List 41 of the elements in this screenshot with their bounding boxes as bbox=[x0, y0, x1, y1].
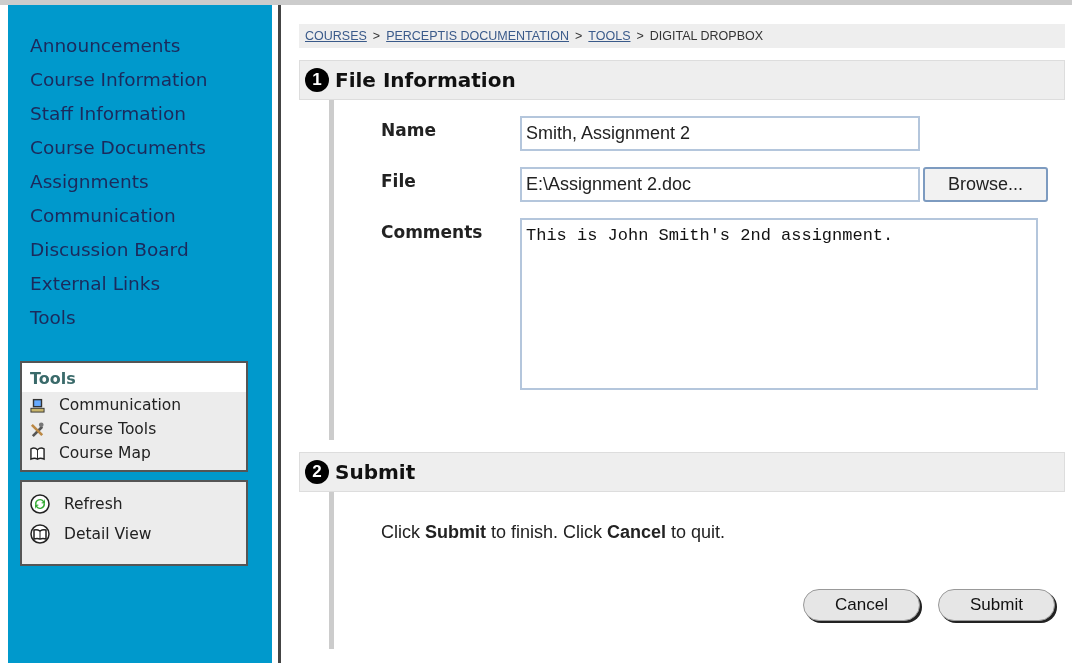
sidebar-link[interactable]: Communication bbox=[30, 199, 272, 233]
breadcrumb-separator: > bbox=[636, 29, 644, 43]
sidebar-link[interactable]: Course Information bbox=[30, 63, 272, 97]
book-icon bbox=[30, 445, 45, 461]
panel-title: Tools bbox=[22, 363, 246, 392]
file-field[interactable]: E:\Assignment 2.doc bbox=[520, 167, 920, 202]
refresh-icon bbox=[30, 494, 50, 514]
breadcrumb-link[interactable]: TOOLS bbox=[588, 29, 631, 43]
computer-icon bbox=[30, 397, 45, 413]
step-number: 2 bbox=[305, 460, 329, 484]
instruction-text: Click Submit to finish. Click Cancel to quit. bbox=[381, 522, 727, 543]
sidebar-link[interactable]: Discussion Board bbox=[30, 233, 272, 267]
sidebar-link[interactable]: External Links bbox=[30, 267, 272, 301]
sidebar-link[interactable]: Assignments bbox=[30, 165, 272, 199]
comments-field[interactable]: This is John Smith's 2nd assignment. bbox=[520, 218, 1038, 390]
field-label: Name bbox=[381, 119, 437, 140]
sidebar-link[interactable]: Course Documents bbox=[30, 131, 272, 165]
sidebar-link[interactable]: Staff Information bbox=[30, 97, 272, 131]
section-title: File Information bbox=[335, 68, 516, 92]
tool-link[interactable]: Course Tools bbox=[59, 420, 157, 438]
tool-link[interactable]: Course Map bbox=[59, 444, 151, 462]
browse-button[interactable]: Browse... bbox=[923, 167, 1048, 202]
action-link[interactable]: Detail View bbox=[64, 525, 152, 543]
sidebar-link[interactable]: Tools bbox=[30, 301, 272, 335]
step-number: 1 bbox=[305, 68, 329, 92]
cancel-button[interactable]: Cancel bbox=[803, 589, 920, 621]
tool-link[interactable]: Communication bbox=[59, 396, 182, 414]
breadcrumb-current: DIGITAL DROPBOX bbox=[649, 29, 764, 43]
field-label: Comments bbox=[381, 221, 484, 242]
name-field[interactable]: Smith, Assignment 2 bbox=[520, 116, 920, 151]
submit-button[interactable]: Submit bbox=[938, 589, 1055, 621]
section-title: Submit bbox=[335, 460, 416, 484]
breadcrumb-separator: > bbox=[372, 29, 381, 43]
field-label: File bbox=[381, 170, 417, 191]
breadcrumb-separator: > bbox=[575, 29, 583, 43]
book-icon bbox=[30, 524, 50, 544]
breadcrumb-link[interactable]: PERCEPTIS DOCUMENTATION bbox=[386, 29, 570, 43]
sidebar-link[interactable]: Announcements bbox=[30, 29, 272, 63]
action-link[interactable]: Refresh bbox=[64, 495, 123, 513]
tools-icon bbox=[30, 421, 45, 437]
breadcrumb-link[interactable]: COURSES bbox=[305, 29, 367, 43]
